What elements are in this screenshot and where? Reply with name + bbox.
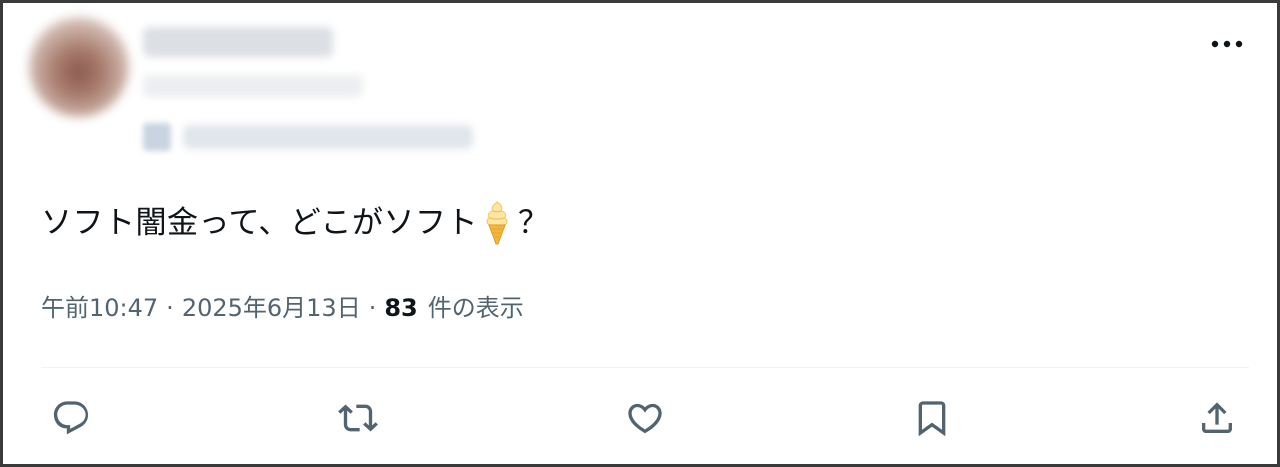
tweet-date[interactable]: 2025年6月13日 bbox=[182, 291, 361, 325]
tweet-metadata: 午前10:47 · 2025年6月13日 · 83 件の表示 bbox=[41, 291, 524, 325]
tweet-text-question-mark: ？ bbox=[517, 205, 550, 241]
separator-dot-2: · bbox=[368, 294, 377, 322]
reply-icon bbox=[53, 401, 89, 435]
soft-serve-ice-cream-icon bbox=[486, 201, 508, 245]
bookmark-button[interactable] bbox=[910, 396, 954, 440]
avatar[interactable] bbox=[29, 17, 129, 117]
share-icon bbox=[1202, 402, 1232, 433]
views-label[interactable]: 件の表示 bbox=[428, 291, 524, 325]
reply-button[interactable] bbox=[49, 396, 93, 440]
more-options-icon bbox=[1211, 40, 1243, 48]
more-options-button[interactable] bbox=[1209, 31, 1245, 57]
tweet-text: ソフト闇金って、どこがソフト ？ bbox=[41, 199, 549, 247]
bookmark-icon bbox=[918, 401, 946, 437]
retweet-button[interactable] bbox=[336, 396, 380, 440]
retweet-icon bbox=[338, 404, 378, 432]
tweet-time[interactable]: 午前10:47 bbox=[41, 291, 158, 325]
like-icon bbox=[628, 403, 662, 434]
display-name-redacted[interactable] bbox=[143, 27, 333, 57]
like-button[interactable] bbox=[623, 396, 667, 440]
views-count[interactable]: 83 bbox=[384, 291, 417, 325]
separator-dot: · bbox=[166, 294, 174, 322]
tweet-card: ソフト闇金って、どこがソフト ？ 午前10:47 · 2025年6月13日 · … bbox=[0, 0, 1280, 467]
divider bbox=[41, 367, 1249, 368]
context-text-redacted bbox=[183, 125, 473, 149]
username-redacted[interactable] bbox=[143, 75, 363, 97]
tweet-text-main: ソフト闇金って、どこがソフト bbox=[41, 205, 478, 241]
community-icon-redacted bbox=[143, 123, 171, 151]
share-button[interactable] bbox=[1195, 396, 1239, 440]
